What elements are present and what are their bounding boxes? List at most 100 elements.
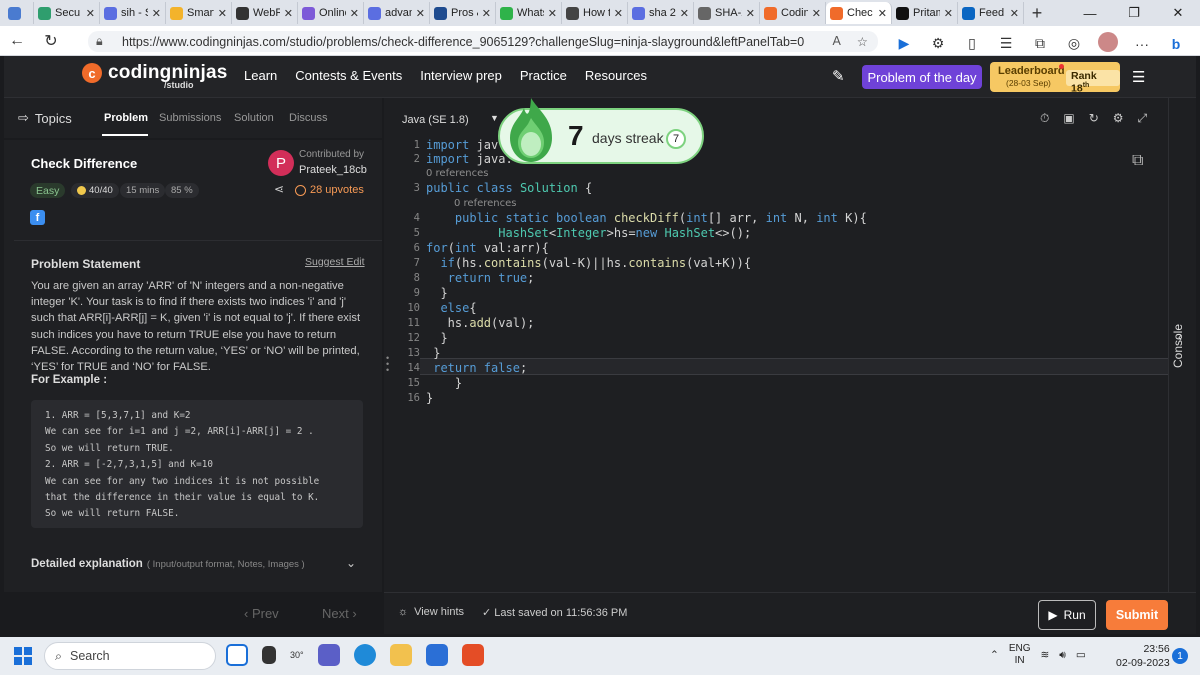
favorite-star-icon[interactable]: ☆: [857, 34, 868, 49]
tab-close-icon[interactable]: ✕: [218, 7, 227, 20]
more-options-icon[interactable]: ···: [1130, 36, 1154, 52]
browser-tab[interactable]: sha 256 ✕: [628, 2, 694, 24]
file-explorer-icon[interactable]: [389, 644, 412, 666]
tab-close-icon[interactable]: ✕: [680, 7, 689, 20]
chevron-up-icon[interactable]: ⌃: [990, 649, 999, 661]
topics-button[interactable]: ⇨ Topics: [18, 110, 72, 126]
tab-close-icon[interactable]: ✕: [86, 7, 95, 20]
code-area[interactable]: import jav import java. 0 references pub…: [426, 138, 1166, 592]
nav-item-interview-prep[interactable]: Interview prep: [420, 68, 502, 83]
view-hints-button[interactable]: ☼ View hints: [398, 606, 464, 618]
tab-discuss[interactable]: Discuss: [289, 112, 328, 124]
tab-close-icon[interactable]: ✕: [416, 7, 425, 20]
tab-close-icon[interactable]: ✕: [944, 7, 953, 20]
browser-tab[interactable]: Pritam K ✕: [892, 2, 958, 24]
tab-close-icon[interactable]: ✕: [878, 7, 887, 20]
leaderboard-widget[interactable]: Leaderboard (28-03 Sep) Rank 18th: [990, 62, 1120, 95]
browser-tab[interactable]: Chec ✕: [826, 2, 892, 24]
language-select[interactable]: Java (SE 1.8): [402, 114, 469, 126]
windows-start-icon[interactable]: [14, 647, 32, 665]
tab-close-icon[interactable]: ✕: [284, 7, 293, 20]
new-tab-icon[interactable]: +: [1024, 3, 1050, 24]
restore-icon[interactable]: ❐: [1112, 5, 1156, 21]
weather-widget[interactable]: 30°: [290, 650, 304, 660]
language-indicator[interactable]: ENG IN: [1009, 643, 1031, 667]
tab-problem[interactable]: Problem: [104, 112, 148, 124]
favorites-icon[interactable]: ☰: [994, 35, 1018, 52]
fullscreen-icon[interactable]: ⤢: [1138, 111, 1148, 126]
tab-close-icon[interactable]: ✕: [350, 7, 359, 20]
battery-icon[interactable]: ▭: [1076, 649, 1086, 661]
nav-item-resources[interactable]: Resources: [585, 68, 647, 83]
tab-close-icon[interactable]: ✕: [746, 7, 755, 20]
browser-tab[interactable]: sih - Sea ✕: [100, 2, 166, 24]
close-window-icon[interactable]: ✕: [1156, 5, 1200, 21]
tab-close-icon[interactable]: ✕: [812, 7, 821, 20]
read-aloud-icon[interactable]: A: [832, 34, 840, 49]
contributor-name[interactable]: Prateek_18cb: [299, 164, 367, 176]
tab-submissions[interactable]: Submissions: [159, 112, 221, 124]
edge-icon[interactable]: [353, 644, 376, 666]
task-view-icon[interactable]: [262, 646, 276, 664]
tab-close-icon[interactable]: ✕: [548, 7, 557, 20]
tab-close-icon[interactable]: ✕: [152, 7, 161, 20]
play-extension-icon[interactable]: ▶: [892, 35, 916, 52]
chevron-down-icon[interactable]: ⌄: [346, 556, 356, 570]
minimize-icon[interactable]: —: [1068, 6, 1112, 21]
browser-tab[interactable]: Smart In ✕: [166, 2, 232, 24]
extension-owl-icon[interactable]: ◎: [1062, 35, 1086, 52]
contributor-avatar[interactable]: P: [268, 150, 294, 176]
teams-icon[interactable]: [317, 644, 340, 666]
bing-icon[interactable]: b: [1164, 36, 1188, 52]
url-field[interactable]: 🔒︎ https://www.codingninjas.com/studio/p…: [88, 31, 878, 52]
browser-tab[interactable]: WhatsAp ✕: [496, 2, 562, 24]
browser-tab[interactable]: Secu ✕: [34, 2, 100, 24]
browser-tab[interactable]: How to b ✕: [562, 2, 628, 24]
suggest-edit-link[interactable]: Suggest Edit: [305, 256, 365, 268]
announcement-icon[interactable]: ✎: [832, 67, 845, 85]
nav-item-learn[interactable]: Learn: [244, 68, 277, 83]
timer-icon[interactable]: ⏱: [1040, 111, 1049, 126]
next-button[interactable]: Next ›: [322, 606, 357, 621]
browser-tab[interactable]: SHA-256 ✕: [694, 2, 760, 24]
console-side-panel[interactable]: ‹ Console: [1168, 98, 1196, 592]
codingninjas-logo[interactable]: c codingninjas: [82, 62, 228, 84]
caret-down-icon[interactable]: ▼: [490, 113, 499, 123]
profile-avatar[interactable]: [1096, 32, 1120, 55]
settings-gear-icon[interactable]: ⚙: [1113, 111, 1124, 126]
browser-tab[interactable]: Online Sc ✕: [298, 2, 364, 24]
back-icon[interactable]: ←: [0, 32, 34, 50]
browser-tab[interactable]: [4, 2, 34, 24]
browser-tab[interactable]: Pros & C ✕: [430, 2, 496, 24]
tab-solution[interactable]: Solution: [234, 112, 274, 124]
notification-badge[interactable]: 1: [1172, 648, 1188, 664]
reload-icon[interactable]: ↻: [34, 31, 68, 51]
reset-icon[interactable]: ↻: [1089, 111, 1099, 126]
wifi-icon[interactable]: ≋: [1040, 649, 1049, 661]
menu-icon[interactable]: ☰: [1132, 68, 1145, 86]
nav-item-contests-events[interactable]: Contests & Events: [295, 68, 402, 83]
collections-icon[interactable]: ⧉: [1028, 35, 1052, 52]
detailed-explanation-toggle[interactable]: Detailed explanation( Input/output forma…: [31, 558, 305, 570]
nav-item-practice[interactable]: Practice: [520, 68, 567, 83]
share-icon[interactable]: ⋖: [274, 182, 284, 196]
brave-icon[interactable]: [461, 644, 484, 666]
facebook-icon[interactable]: f: [30, 210, 45, 225]
problem-of-the-day-button[interactable]: Problem of the day: [862, 65, 982, 89]
browser-tab[interactable]: Coding N ✕: [760, 2, 826, 24]
bing-app-icon[interactable]: [226, 644, 248, 666]
copy-icon[interactable]: ⧉: [1132, 152, 1143, 170]
console-label[interactable]: Console: [1171, 324, 1185, 368]
submit-button[interactable]: Submit: [1106, 600, 1168, 630]
browser-tab[interactable]: advantag ✕: [364, 2, 430, 24]
mail-icon[interactable]: [425, 644, 448, 666]
tab-close-icon[interactable]: ✕: [482, 7, 491, 20]
tab-close-icon[interactable]: ✕: [1010, 7, 1019, 20]
taskbar-search[interactable]: ⌕ Search: [44, 642, 216, 670]
code-editor[interactable]: 1 2 3 4 5 6 7 8 9 10 11 12 13 14 15 16 import jav impor…: [384, 138, 1168, 592]
browser-tab[interactable]: Feed | Lin ✕: [958, 2, 1024, 24]
tab-close-icon[interactable]: ✕: [614, 7, 623, 20]
volume-icon[interactable]: 🔊︎: [1059, 649, 1066, 662]
prev-button[interactable]: ‹ Prev: [244, 606, 279, 621]
code-lens-references[interactable]: 0 references: [426, 168, 489, 179]
